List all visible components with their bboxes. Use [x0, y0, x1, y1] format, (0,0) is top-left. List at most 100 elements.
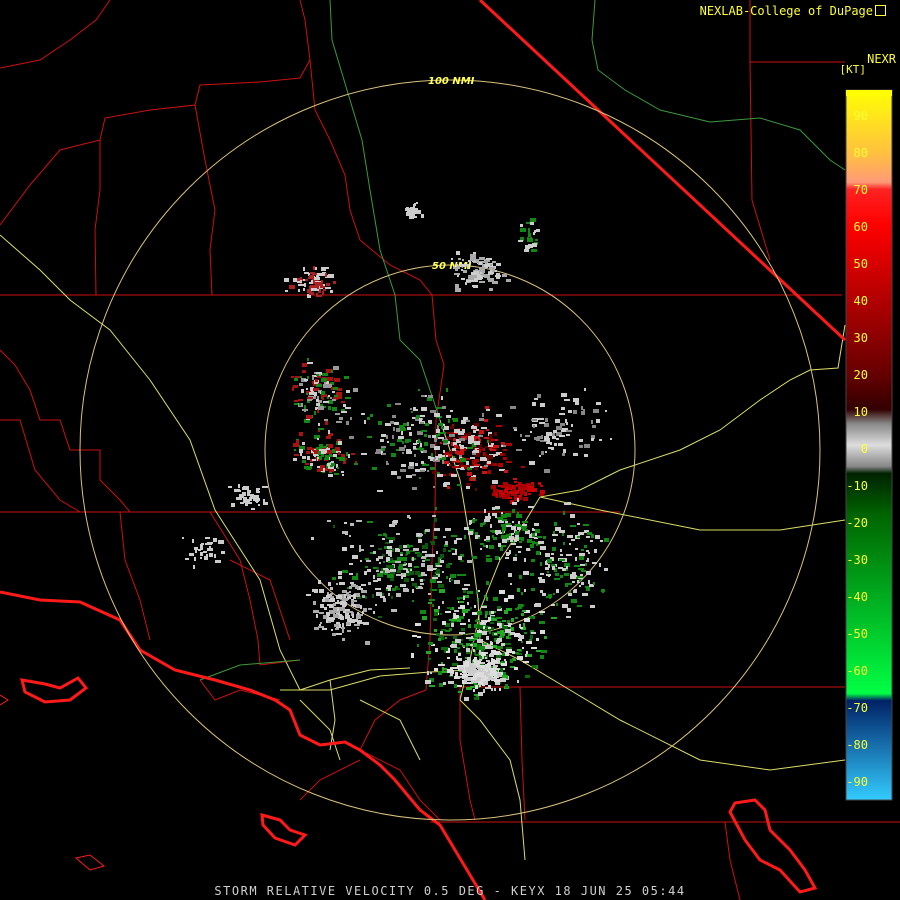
echo-pixel [548, 575, 550, 577]
echo-pixel [414, 203, 416, 206]
echo-pixel [412, 557, 414, 561]
echo-pixel [254, 498, 260, 501]
echo-pixel [323, 384, 326, 388]
echo-pixel [417, 553, 422, 557]
echo-pixel [411, 656, 414, 658]
echo-pixel [516, 449, 522, 451]
echo-pixel [454, 580, 460, 584]
echo-pixel [432, 435, 436, 438]
echo-pixel [285, 290, 288, 292]
echo-pixel [295, 376, 300, 378]
echo-pixel [523, 497, 528, 501]
echo-pixel [540, 655, 544, 659]
echo-pixel [311, 280, 313, 283]
echo-pixel [328, 274, 334, 278]
echo-pixel [395, 403, 401, 405]
echo-pixel [433, 618, 437, 621]
echo-pixel [204, 556, 208, 560]
echo-pixel [514, 481, 517, 483]
echo-pixel [312, 278, 314, 280]
echo-pixel [521, 592, 523, 595]
echo-pixel [531, 617, 533, 619]
echo-pixel [552, 534, 558, 536]
echo-pixel [313, 610, 319, 613]
echo-pixel [420, 583, 424, 585]
echo-pixel [311, 288, 317, 291]
echo-pixel [489, 611, 491, 615]
echo-pixel [354, 624, 360, 626]
echo-pixel [460, 673, 462, 675]
echo-pixel [450, 574, 456, 578]
echo-pixel [517, 498, 519, 502]
echo-pixel [486, 555, 490, 557]
echo-pixel [365, 566, 368, 568]
echo-pixel [390, 569, 396, 572]
echo-pixel [302, 460, 306, 463]
echo-pixel [391, 596, 393, 599]
echo-pixel [403, 549, 409, 551]
echo-pixel [306, 393, 308, 395]
echo-pixel [450, 410, 453, 412]
echo-pixel [510, 406, 516, 409]
echo-pixel [472, 612, 477, 615]
echo-pixel [346, 390, 350, 393]
echo-pixel [400, 584, 406, 587]
echo-pixel [200, 544, 203, 546]
echo-pixel [433, 575, 438, 577]
echo-pixel [256, 490, 259, 492]
echo-pixel [417, 644, 419, 647]
echo-pixel [473, 430, 476, 433]
echo-pixel [393, 520, 398, 523]
echo-pixel [467, 591, 473, 594]
echo-pixel [502, 653, 505, 656]
echo-pixel [189, 553, 194, 556]
echo-pixel [477, 277, 482, 280]
echo-pixel [520, 492, 523, 495]
echo-pixel [487, 440, 489, 443]
echo-pixel [451, 623, 454, 627]
echo-pixel [307, 358, 309, 361]
echo-pixel [468, 441, 472, 444]
echo-pixel [302, 442, 305, 445]
echo-pixel [564, 399, 570, 401]
echo-pixel [336, 595, 342, 599]
echo-pixel [530, 635, 533, 639]
echo-pixel [333, 387, 338, 390]
echo-pixel [200, 546, 203, 548]
echo-pixel [504, 598, 508, 602]
echo-pixel [489, 630, 491, 634]
echo-pixel [341, 627, 345, 629]
echo-pixel [477, 677, 481, 681]
echo-pixel [460, 458, 466, 462]
echo-pixel [505, 661, 507, 663]
echo-pixel [522, 521, 528, 523]
echo-pixel [399, 425, 404, 428]
echo-pixel [307, 362, 313, 364]
echo-pixel [449, 434, 455, 437]
echo-pixel [595, 535, 600, 539]
echo-pixel [417, 448, 423, 450]
echo-pixel [530, 218, 536, 222]
echo-pixel [213, 538, 217, 542]
echo-pixel [443, 450, 445, 453]
external-link-icon[interactable] [875, 5, 886, 16]
echo-pixel [417, 441, 421, 443]
echo-pixel [242, 492, 246, 496]
echo-pixel [386, 461, 388, 463]
echo-pixel [479, 257, 485, 260]
echo-pixel [528, 233, 531, 237]
echo-pixel [446, 576, 448, 579]
echo-pixel [468, 436, 470, 439]
echo-pixel [447, 607, 452, 609]
echo-pixel [528, 493, 531, 495]
echo-pixel [531, 647, 537, 649]
echo-pixel [503, 445, 506, 447]
echo-pixel [364, 571, 367, 575]
echo-pixel [465, 609, 470, 611]
echo-pixel [320, 286, 325, 288]
echo-pixel [515, 617, 518, 619]
echo-pixel [523, 571, 529, 575]
echo-pixel [553, 539, 556, 542]
echo-pixel [373, 580, 378, 582]
echo-pixel [456, 656, 458, 660]
